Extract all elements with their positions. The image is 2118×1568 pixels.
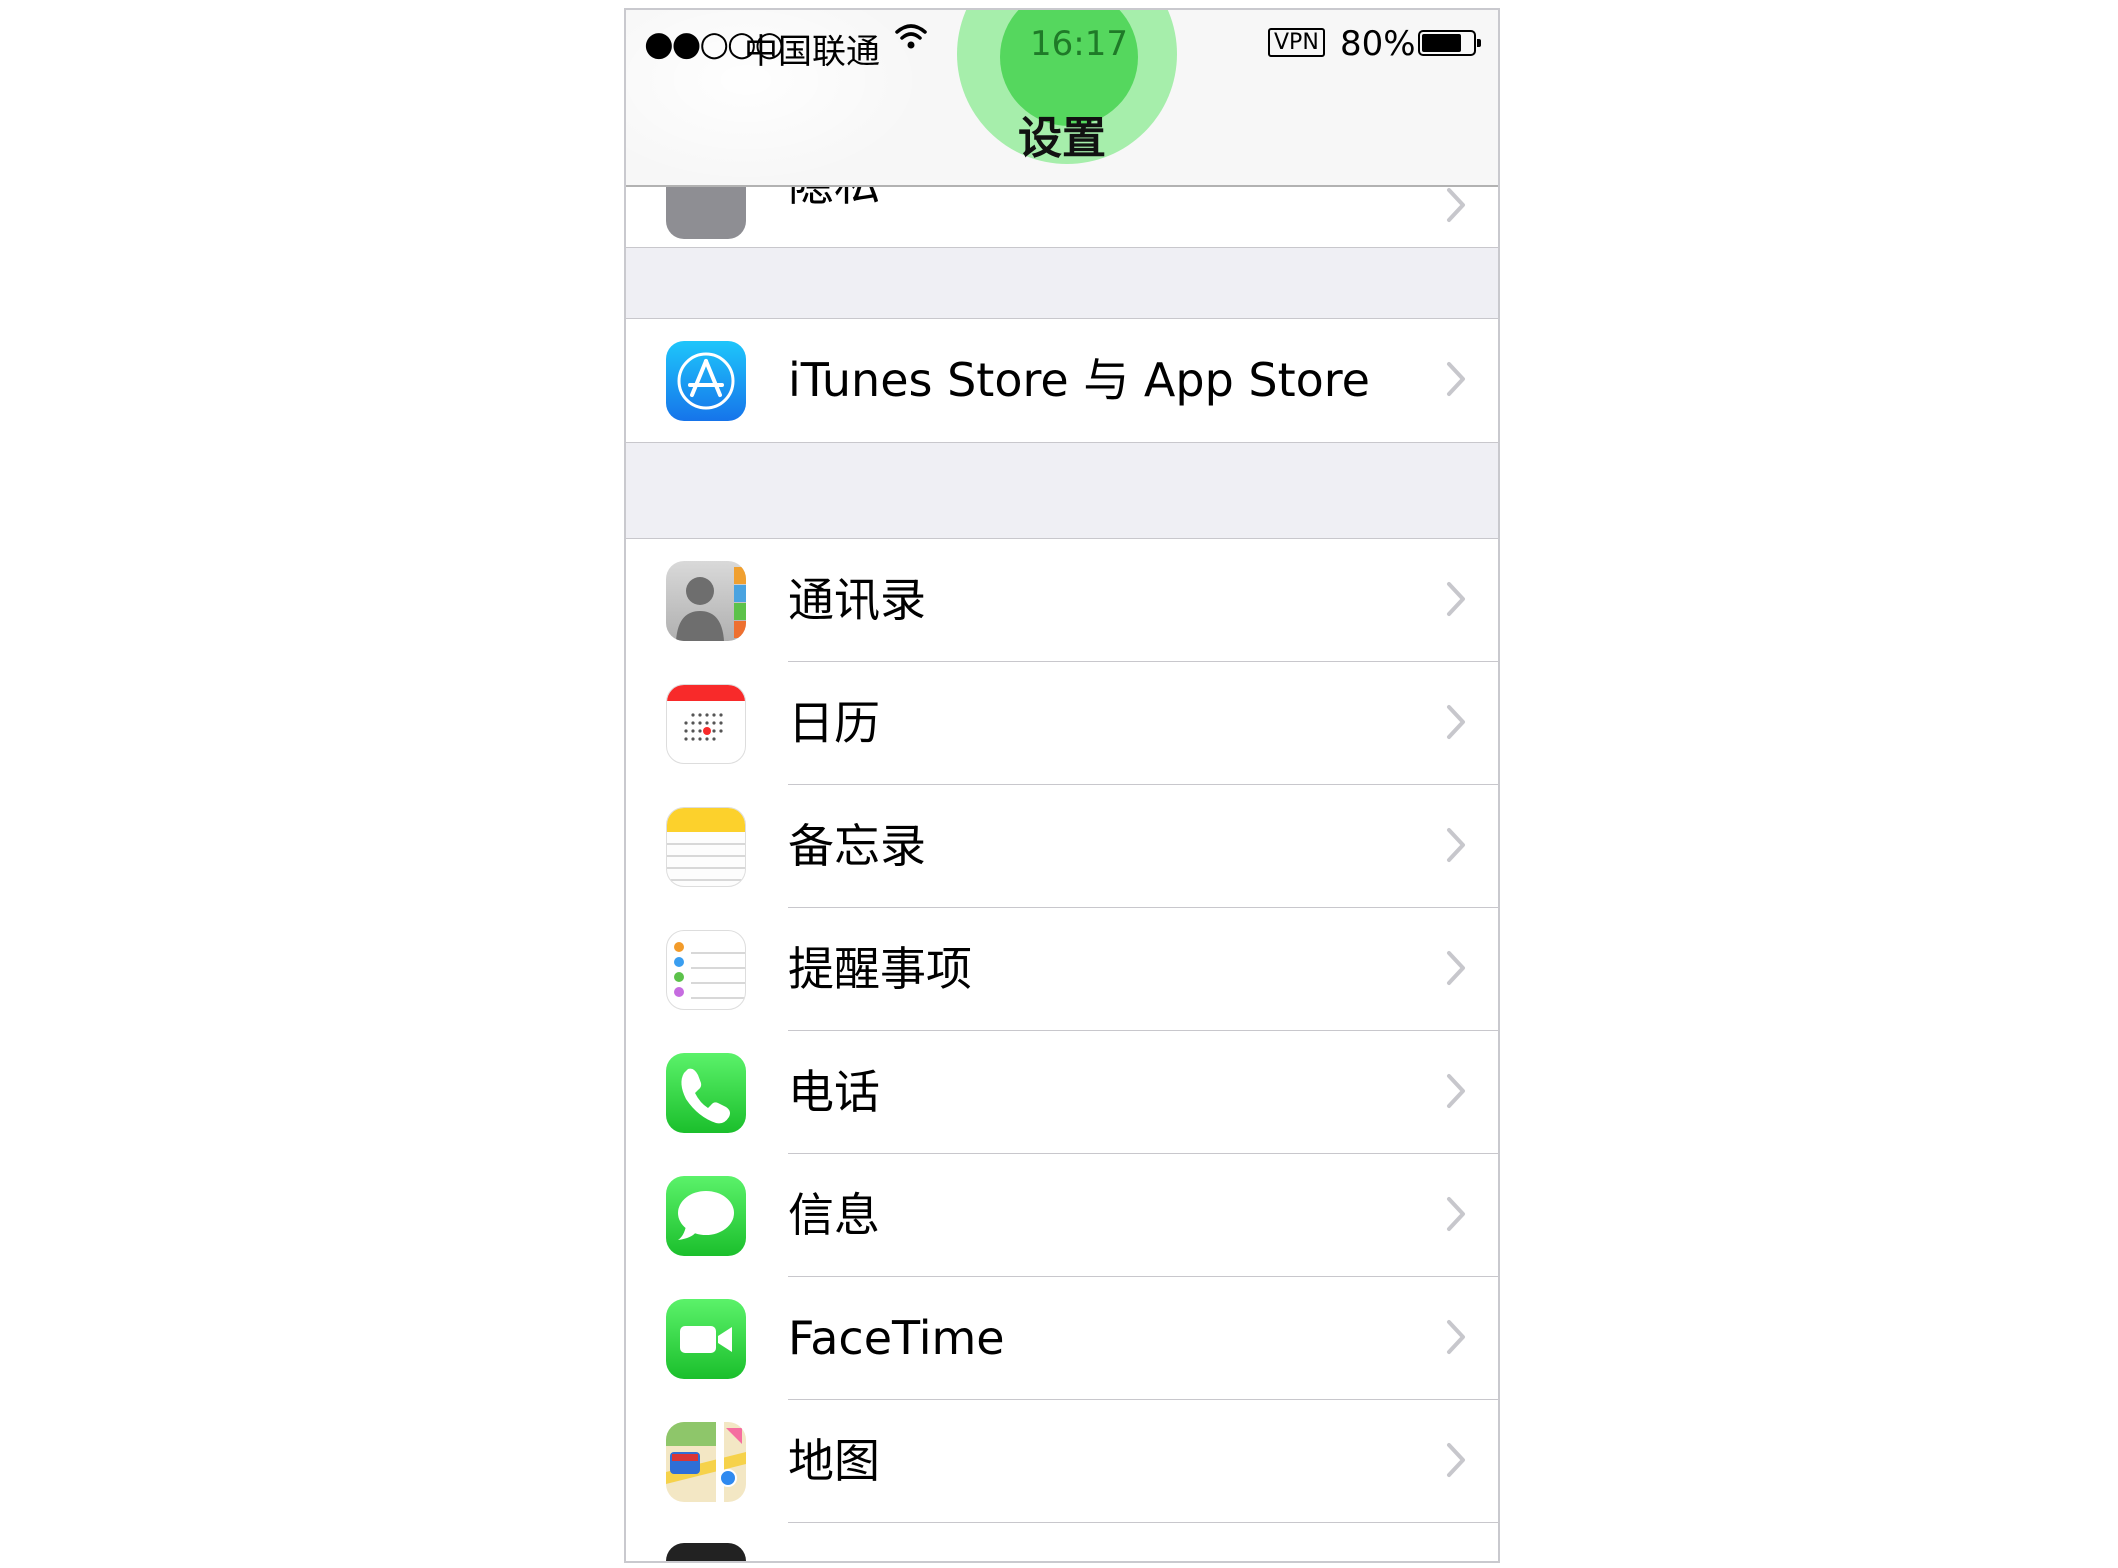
- battery-icon: [1418, 30, 1481, 56]
- settings-row-next[interactable]: [626, 1523, 1498, 1561]
- settings-row-messages[interactable]: 信息: [626, 1154, 1498, 1277]
- settings-row-facetime[interactable]: FaceTime: [626, 1277, 1498, 1400]
- settings-row-phone[interactable]: 电话: [626, 1031, 1498, 1154]
- battery-tip: [1477, 39, 1481, 47]
- settings-row-notes[interactable]: 备忘录: [626, 785, 1498, 908]
- app-store-icon: [666, 341, 746, 421]
- settings-group-store: iTunes Store 与 App Store: [626, 318, 1498, 443]
- messages-icon: [666, 1176, 746, 1256]
- chevron-right-icon: [1447, 828, 1465, 862]
- vpn-badge: VPN: [1268, 28, 1325, 57]
- settings-row-contacts[interactable]: 通讯录: [626, 539, 1498, 662]
- row-label: iTunes Store 与 App Store: [788, 353, 1370, 407]
- phone-icon: [666, 1053, 746, 1133]
- settings-screen: 隐私 iTunes Store 与 App Store: [624, 8, 1500, 1563]
- settings-group-apps: 通讯录 日历 备忘录 提醒事项 电话 信息 FaceTime 地图: [626, 538, 1498, 1561]
- settings-row-maps[interactable]: 地图: [626, 1400, 1498, 1523]
- maps-icon: [666, 1422, 746, 1502]
- chevron-right-icon: [1447, 951, 1465, 985]
- chevron-right-icon: [1447, 582, 1465, 616]
- settings-group-privacy: 隐私: [626, 157, 1498, 248]
- app-icon: [666, 1543, 746, 1561]
- wifi-icon: [895, 24, 927, 49]
- row-label: FaceTime: [788, 1311, 1005, 1365]
- calendar-icon: [666, 684, 746, 764]
- settings-row-itunes-app-store[interactable]: iTunes Store 与 App Store: [626, 319, 1498, 442]
- row-label: 地图: [788, 1434, 880, 1488]
- reminders-icon: [666, 930, 746, 1010]
- chevron-right-icon: [1447, 188, 1465, 222]
- chevron-right-icon: [1447, 1074, 1465, 1108]
- facetime-icon: [666, 1299, 746, 1379]
- settings-row-privacy[interactable]: 隐私: [626, 157, 1498, 247]
- row-label: 提醒事项: [788, 942, 972, 996]
- row-label: 信息: [788, 1188, 880, 1242]
- battery-fill: [1422, 34, 1462, 52]
- notes-icon: [666, 807, 746, 887]
- row-label: 备忘录: [788, 819, 926, 873]
- row-label: 电话: [788, 1065, 880, 1119]
- chevron-right-icon: [1447, 1320, 1465, 1354]
- settings-row-calendar[interactable]: 日历: [626, 662, 1498, 785]
- chevron-right-icon: [1447, 362, 1465, 396]
- contacts-icon: [666, 561, 746, 641]
- row-label: 日历: [788, 696, 880, 750]
- battery-percent: 80%: [1340, 24, 1416, 64]
- row-label: 通讯录: [788, 573, 926, 627]
- page-title: 设置: [1018, 113, 1106, 164]
- chevron-right-icon: [1447, 1443, 1465, 1477]
- status-time: 16:17: [1030, 24, 1128, 64]
- chevron-right-icon: [1447, 1197, 1465, 1231]
- settings-row-reminders[interactable]: 提醒事项: [626, 908, 1498, 1031]
- carrier-name: 中国联通: [744, 32, 880, 72]
- chevron-right-icon: [1447, 705, 1465, 739]
- navigation-bar: ●●○○○ 中国联通 16:17 VPN 80% 设置: [626, 10, 1498, 187]
